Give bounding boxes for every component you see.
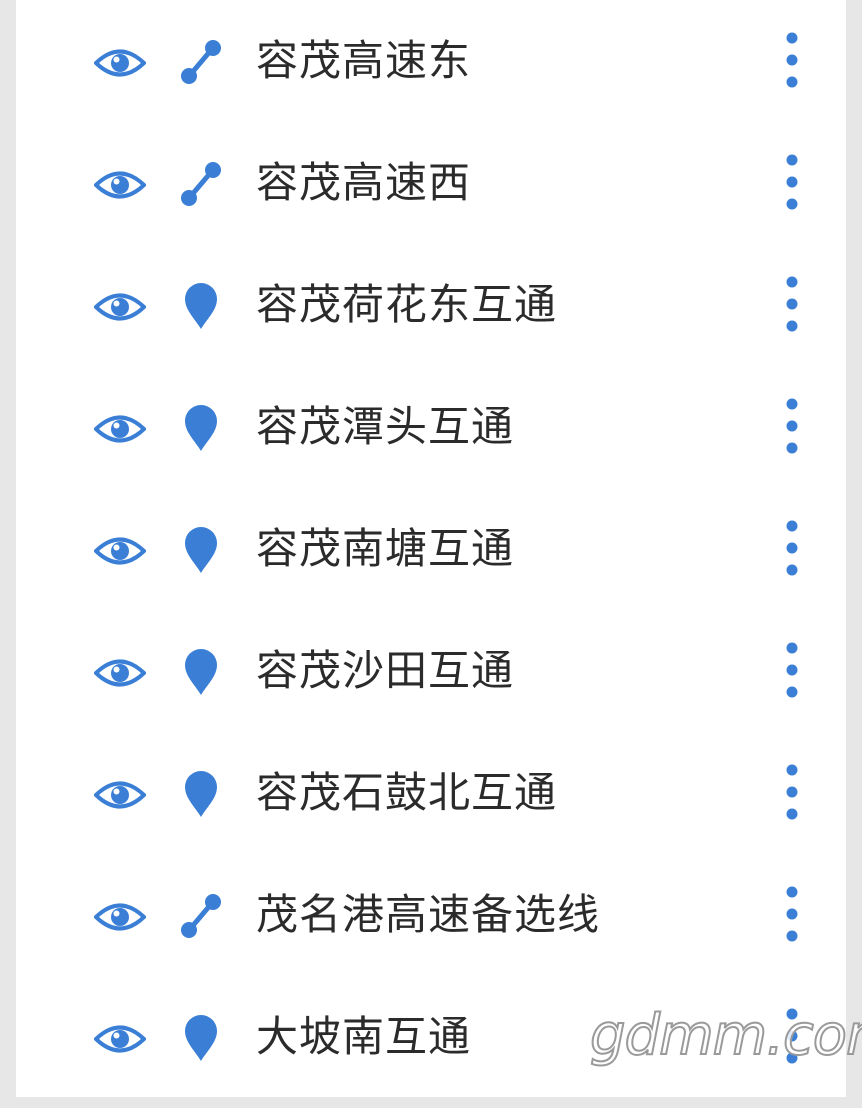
layer-row[interactable]: 容茂南塘互通 <box>16 498 846 620</box>
more-options-icon[interactable] <box>780 884 804 944</box>
more-options-icon[interactable] <box>780 30 804 90</box>
visibility-eye-icon[interactable] <box>94 168 146 202</box>
more-options-icon[interactable] <box>780 640 804 700</box>
more-options-icon[interactable] <box>780 762 804 822</box>
route-icon <box>181 40 221 84</box>
map-pin-icon <box>185 283 217 329</box>
route-icon <box>181 894 221 938</box>
map-pin-icon <box>185 405 217 451</box>
visibility-eye-icon[interactable] <box>94 656 146 690</box>
layer-name: 茂名港高速备选线 <box>256 890 601 939</box>
layer-name: 容茂潭头互通 <box>256 402 515 451</box>
layer-row[interactable]: 容茂潭头互通 <box>16 376 846 498</box>
visibility-eye-icon[interactable] <box>94 290 146 324</box>
layer-name: 容茂沙田互通 <box>256 646 515 695</box>
more-options-icon[interactable] <box>780 1006 804 1066</box>
layer-panel: 容茂高速东 容茂高速西 容茂荷花东互通 容茂潭头互通 容茂南塘互通 容茂沙田互通… <box>16 0 846 1097</box>
visibility-eye-icon[interactable] <box>94 900 146 934</box>
more-options-icon[interactable] <box>780 396 804 456</box>
layer-row[interactable]: 容茂石鼓北互通 <box>16 742 846 864</box>
more-options-icon[interactable] <box>780 152 804 212</box>
layer-name: 容茂荷花东互通 <box>256 280 558 329</box>
map-pin-icon <box>185 771 217 817</box>
visibility-eye-icon[interactable] <box>94 778 146 812</box>
route-icon <box>181 162 221 206</box>
layer-row[interactable]: 容茂高速东 <box>16 10 846 132</box>
visibility-eye-icon[interactable] <box>94 1022 146 1056</box>
layer-row[interactable]: 茂名港高速备选线 <box>16 864 846 986</box>
layer-row[interactable]: 大坡南互通 <box>16 986 846 1108</box>
more-options-icon[interactable] <box>780 518 804 578</box>
map-pin-icon <box>185 527 217 573</box>
layer-name: 容茂高速西 <box>256 158 472 207</box>
visibility-eye-icon[interactable] <box>94 46 146 80</box>
layer-name: 容茂高速东 <box>256 36 472 85</box>
visibility-eye-icon[interactable] <box>94 412 146 446</box>
layer-name: 容茂石鼓北互通 <box>256 768 558 817</box>
map-pin-icon <box>185 1015 217 1061</box>
map-pin-icon <box>185 649 217 695</box>
layer-row[interactable]: 容茂高速西 <box>16 132 846 254</box>
visibility-eye-icon[interactable] <box>94 534 146 568</box>
layer-row[interactable]: 容茂荷花东互通 <box>16 254 846 376</box>
layer-row[interactable]: 容茂沙田互通 <box>16 620 846 742</box>
layer-name: 容茂南塘互通 <box>256 524 515 573</box>
layer-name: 大坡南互通 <box>256 1012 472 1061</box>
more-options-icon[interactable] <box>780 274 804 334</box>
